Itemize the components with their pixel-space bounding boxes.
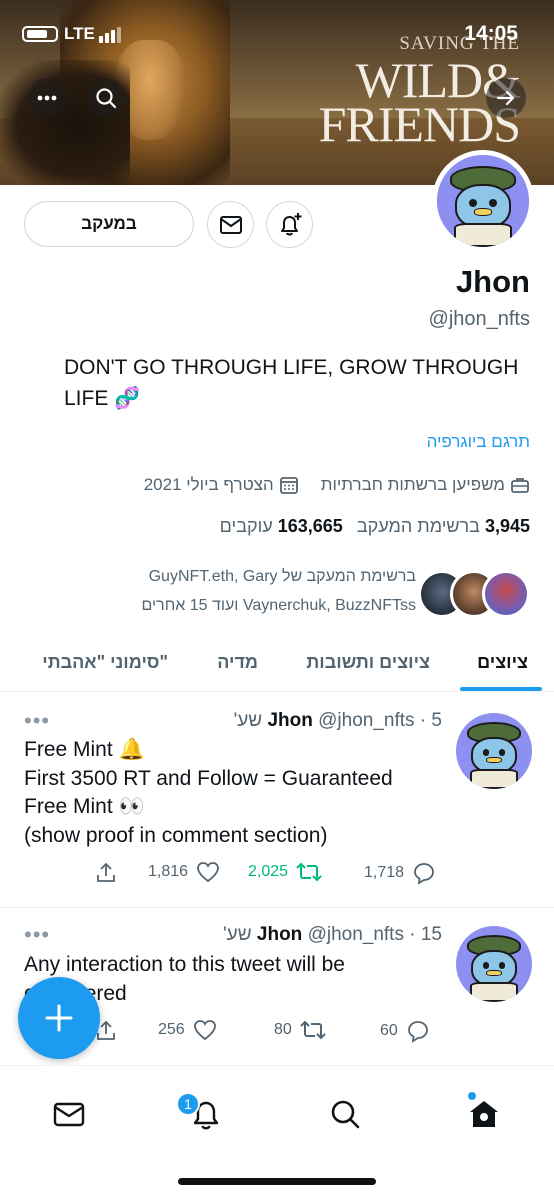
tweet-more-button[interactable]: ••• [24,708,50,734]
bell-plus-icon [280,212,301,235]
heart-icon [197,862,219,883]
translate-bio-link[interactable]: תרגם ביוגרפיה [427,432,530,452]
followers-count: 163,665 [277,516,343,536]
tweet-author: Jhon [256,924,303,945]
home-icon [470,1101,498,1127]
tweet-handle: @jhon_nfts [318,710,415,731]
tweet[interactable]: Jhon @jhon_nfts · 5 שע' ••• Free Mint 🔔 … [0,693,554,907]
following-label: ברשימת המעקב [356,516,480,536]
nav-messages[interactable] [51,1096,87,1132]
reply-icon [407,1021,428,1043]
envelope-icon [53,1102,85,1127]
followers-link[interactable]: 163,665 עוקבים [220,516,343,537]
retweet-button[interactable]: 80 [274,1019,326,1041]
search-icon [96,88,117,109]
tweet-actions: 1,816 2,025 1,718 [94,861,454,887]
follower-avatar-3 [482,570,530,618]
followed-by-line1: ברשימת המעקב של GuyNFT.eth, Gary [148,568,416,585]
signal-icon [99,27,121,43]
followed-by-text[interactable]: ברשימת המעקב של GuyNFT.eth, Gary Vaynerc… [16,562,416,620]
category-item: משפיען ברשתות חברתיות [321,475,530,495]
retweet-icon [296,862,322,882]
notification-badge: 1 [176,1092,200,1116]
tab-likes[interactable]: סימוני "אהבתי" [42,652,168,673]
arrow-right-icon [496,90,515,106]
notify-button[interactable] [266,201,313,248]
follow-counts: 3,945 ברשימת המעקב 163,665 עוקבים [220,516,530,537]
tab-media[interactable]: מדיה [217,652,258,673]
tweet-more-button[interactable]: ••• [24,922,50,948]
following-count: 3,945 [484,516,530,536]
avatar-illustration [437,155,529,247]
battery-icon [22,26,58,42]
like-button[interactable]: 256 [158,1019,217,1041]
profile-handle: @jhon_nfts [428,308,530,330]
category-text: משפיען ברשתות חברתיות [320,475,505,494]
envelope-icon [219,215,242,234]
tweet-author: Jhon [267,710,313,731]
more-options-button[interactable] [27,78,67,118]
search-button[interactable] [86,78,126,118]
retweet-button[interactable]: 2,025 [248,861,322,883]
like-count: 256 [158,1021,185,1038]
reply-icon [414,863,434,885]
profile-avatar[interactable] [432,150,534,252]
tweet-header: Jhon @jhon_nfts · 5 שע' [233,710,442,731]
compose-tweet-button[interactable] [18,977,100,1059]
tab-tweets-replies[interactable]: ציוצים ותשובות [306,652,430,673]
nav-home[interactable] [466,1096,502,1132]
message-button[interactable] [207,201,254,248]
reply-button[interactable]: 60 [380,1019,430,1043]
share-icon [97,862,115,882]
reply-button[interactable]: 1,718 [364,861,436,885]
profile-bio: DON'T GO THROUGH LIFE, GROW THROUGH LIFE… [64,356,519,410]
tweet-header: Jhon @jhon_nfts · 15 שע' [223,924,442,945]
home-unread-dot [468,1092,476,1100]
like-count: 1,816 [148,863,189,880]
tweet-avatar[interactable] [456,713,532,789]
following-button[interactable]: במעקב [24,201,194,247]
retweet-count: 80 [274,1021,292,1038]
reply-count: 60 [380,1022,398,1039]
network-label: LTE [64,24,95,43]
tweet-avatar[interactable] [456,926,532,1002]
more-dots-icon [37,95,57,101]
nav-search[interactable] [327,1096,363,1132]
active-tab-indicator [460,687,542,691]
plus-icon [45,1004,73,1032]
clock: 14:05 [464,22,518,45]
home-indicator [178,1178,376,1185]
tweet-text: Free Mint 🔔 First 3500 RT and Follow = G… [24,738,393,847]
joined-item: הצטרף ביולי 2021 [144,475,299,495]
following-link[interactable]: 3,945 ברשימת המעקב [357,516,530,537]
followers-label: עוקבים [219,516,273,536]
retweet-icon [300,1020,326,1040]
briefcase-icon [511,478,529,493]
joined-text: הצטרף ביולי 2021 [143,475,274,494]
calendar-icon [279,477,298,494]
like-button[interactable]: 1,816 [148,861,220,883]
profile-tabs: ציוצים ציוצים ותשובות מדיה סימוני "אהבתי… [0,640,554,692]
share-button[interactable] [94,861,118,885]
search-icon [331,1100,360,1129]
tab-tweets[interactable]: ציוצים [477,652,528,673]
reply-count: 1,718 [364,864,405,881]
back-button[interactable] [486,78,526,118]
followed-by-line2: Vaynerchuk, BuzzNFTss ועוד 15 אחרים [141,597,416,614]
tweet-actions: 256 80 60 [94,1019,454,1045]
profile-name: Jhon [455,264,530,299]
heart-icon [193,1020,216,1041]
profile-meta: משפיען ברשתות חברתיות הצטרף ביולי 2021 [144,475,530,495]
status-bar: LTE 14:05 [22,22,532,46]
retweet-count: 2,025 [248,863,289,880]
tweet-handle: @jhon_nfts [307,924,404,945]
